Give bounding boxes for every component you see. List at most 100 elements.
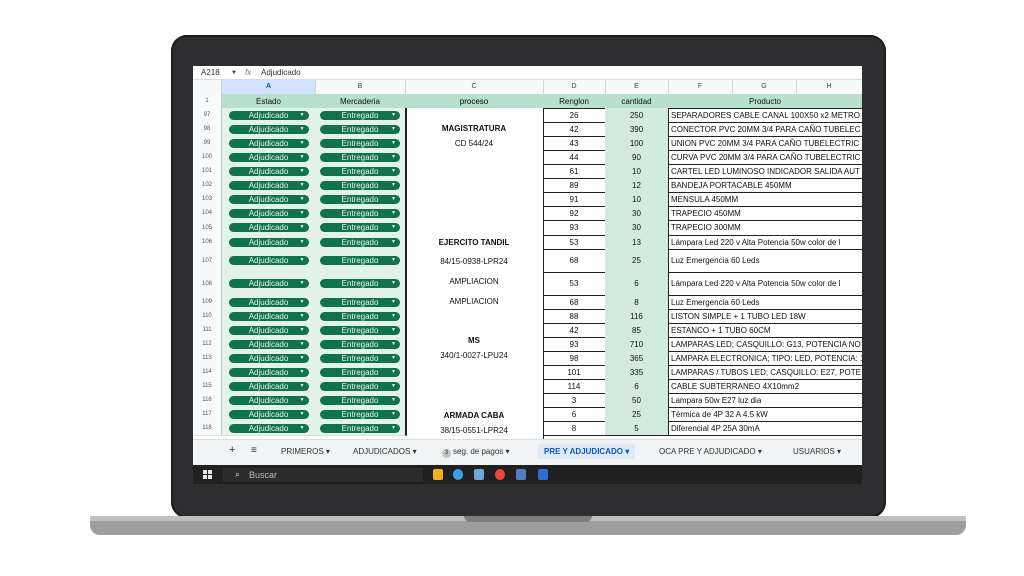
mercaderia-cell[interactable]: Entregado ▼ <box>315 206 407 221</box>
row-number[interactable]: 102 <box>193 178 222 193</box>
mercaderia-dropdown-chip[interactable]: Entregado ▼ <box>320 208 400 218</box>
estado-cell[interactable]: Adjudicado ▼ <box>222 272 316 296</box>
photos-icon[interactable] <box>538 469 548 480</box>
formula-input[interactable]: Adjudicado <box>261 68 301 77</box>
column-header-c[interactable]: C <box>405 80 544 94</box>
row-number[interactable]: 118 <box>193 421 222 436</box>
mercaderia-dropdown-chip[interactable]: Entregado ▼ <box>320 166 400 176</box>
estado-dropdown-chip[interactable]: Adjudicado ▼ <box>228 409 309 419</box>
producto-cell[interactable]: SEPARADORES CABLE CANAL 100X50 x2 METRO <box>668 108 862 123</box>
producto-cell[interactable]: TRAPECIO 300MM <box>668 220 862 236</box>
cantidad-cell[interactable]: 25 <box>605 407 669 422</box>
row-number[interactable]: 108 <box>193 272 222 296</box>
renglon-cell[interactable]: 8 <box>543 421 606 436</box>
estado-cell[interactable]: Adjudicado ▼ <box>222 351 316 366</box>
mercaderia-cell[interactable]: Entregado ▼ <box>315 351 407 366</box>
file-explorer-icon[interactable] <box>433 469 443 480</box>
producto-cell[interactable]: LISTON SIMPLE + 1 TUBO LED 18W <box>668 309 862 324</box>
renglon-cell[interactable]: 42 <box>543 122 606 137</box>
estado-dropdown-chip[interactable]: Adjudicado ▼ <box>228 395 309 405</box>
producto-cell[interactable]: Luz Emergencia 60 Leds <box>668 249 862 273</box>
cantidad-cell[interactable]: 250 <box>605 108 669 123</box>
renglon-cell[interactable]: 44 <box>543 150 606 165</box>
renglon-cell[interactable]: 89 <box>543 178 606 193</box>
cantidad-cell[interactable]: 10 <box>605 192 669 207</box>
cantidad-cell[interactable]: 5 <box>605 421 669 436</box>
producto-cell[interactable]: Lampara 50w E27 luz dia <box>668 393 862 408</box>
mercaderia-dropdown-chip[interactable]: Entregado ▼ <box>320 180 400 190</box>
tab-primeros[interactable]: PRIMEROS ▾ <box>281 447 330 456</box>
app-icon[interactable] <box>474 469 484 480</box>
renglon-cell[interactable]: 53 <box>543 272 606 296</box>
producto-cell[interactable]: BANDEJA PORTACABLE 450MM <box>668 178 862 193</box>
column-header-d[interactable]: D <box>543 80 606 94</box>
row-number[interactable]: 114 <box>193 365 222 380</box>
estado-dropdown-chip[interactable]: Adjudicado ▼ <box>228 423 309 433</box>
renglon-cell[interactable]: 88 <box>543 309 606 324</box>
row-number[interactable]: 107 <box>193 249 222 273</box>
mercaderia-cell[interactable]: Entregado ▼ <box>315 192 407 207</box>
select-all-corner[interactable] <box>193 80 222 94</box>
cantidad-cell[interactable]: 10 <box>605 164 669 179</box>
producto-cell[interactable]: CARTEL LED LUMINOSO INDICADOR SALIDA AUT <box>668 164 862 179</box>
producto-cell[interactable]: LAMPARAS / TUBOS LED; CASQUILLO: E27, PO… <box>668 365 862 380</box>
row-number[interactable]: 98 <box>193 122 222 137</box>
mercaderia-cell[interactable]: Entregado ▼ <box>315 365 407 380</box>
estado-dropdown-chip[interactable]: Adjudicado ▼ <box>228 256 309 265</box>
renglon-cell[interactable]: 114 <box>543 379 606 394</box>
row-number[interactable]: 103 <box>193 192 222 207</box>
renglon-cell[interactable]: 6 <box>543 407 606 422</box>
tab-seg-de-pagos[interactable]: 3 seg. de pagos ▾ <box>442 447 510 458</box>
estado-dropdown-chip[interactable]: Adjudicado ▼ <box>228 152 309 162</box>
renglon-cell[interactable]: 101 <box>543 365 606 380</box>
estado-dropdown-chip[interactable]: Adjudicado ▼ <box>228 223 309 232</box>
mercaderia-dropdown-chip[interactable]: Entregado ▼ <box>320 311 400 321</box>
mercaderia-dropdown-chip[interactable]: Entregado ▼ <box>320 325 400 335</box>
name-box[interactable]: A218 <box>193 68 231 77</box>
mercaderia-cell[interactable]: Entregado ▼ <box>315 393 407 408</box>
cantidad-cell[interactable]: 12 <box>605 178 669 193</box>
estado-dropdown-chip[interactable]: Adjudicado ▼ <box>228 279 309 288</box>
cantidad-cell[interactable]: 25 <box>605 249 669 273</box>
mercaderia-dropdown-chip[interactable]: Entregado ▼ <box>320 237 400 247</box>
row-number[interactable]: 112 <box>193 337 222 352</box>
header-mercaderia[interactable]: Mercaderia <box>315 94 407 109</box>
estado-dropdown-chip[interactable]: Adjudicado ▼ <box>228 325 309 335</box>
cantidad-cell[interactable]: 90 <box>605 150 669 165</box>
estado-cell[interactable]: Adjudicado ▼ <box>222 150 316 165</box>
estado-cell[interactable]: Adjudicado ▼ <box>222 309 316 324</box>
estado-dropdown-chip[interactable]: Adjudicado ▼ <box>228 208 309 218</box>
estado-cell[interactable]: Adjudicado ▼ <box>222 206 316 221</box>
mercaderia-cell[interactable]: Entregado ▼ <box>315 220 407 236</box>
estado-cell[interactable]: Adjudicado ▼ <box>222 220 316 236</box>
mercaderia-dropdown-chip[interactable]: Entregado ▼ <box>320 297 400 307</box>
row-number[interactable]: 100 <box>193 150 222 165</box>
cantidad-cell[interactable]: 710 <box>605 337 669 352</box>
cantidad-cell[interactable]: 30 <box>605 220 669 236</box>
estado-dropdown-chip[interactable]: Adjudicado ▼ <box>228 180 309 190</box>
renglon-cell[interactable]: 91 <box>543 192 606 207</box>
estado-dropdown-chip[interactable]: Adjudicado ▼ <box>228 237 309 247</box>
header-producto[interactable]: Producto <box>668 94 862 109</box>
mercaderia-dropdown-chip[interactable]: Entregado ▼ <box>320 194 400 204</box>
producto-cell[interactable]: Lámpara Led 220 v Alta Potencia 50w colo… <box>668 235 862 250</box>
column-header-g[interactable]: G <box>732 80 797 94</box>
estado-dropdown-chip[interactable]: Adjudicado ▼ <box>228 381 309 391</box>
estado-dropdown-chip[interactable]: Adjudicado ▼ <box>228 353 309 363</box>
cantidad-cell[interactable]: 85 <box>605 323 669 338</box>
mercaderia-cell[interactable]: Entregado ▼ <box>315 178 407 193</box>
row-number[interactable]: 113 <box>193 351 222 366</box>
column-header-h[interactable]: H <box>796 80 862 94</box>
producto-cell[interactable]: LAMPARAS LED; CASQUILLO: G13, POTENCIA N… <box>668 337 862 352</box>
mercaderia-cell[interactable]: Entregado ▼ <box>315 249 407 273</box>
estado-dropdown-chip[interactable]: Adjudicado ▼ <box>228 194 309 204</box>
mercaderia-dropdown-chip[interactable]: Entregado ▼ <box>320 381 400 391</box>
cantidad-cell[interactable]: 8 <box>605 295 669 310</box>
chrome-icon[interactable] <box>495 469 505 480</box>
mercaderia-cell[interactable]: Entregado ▼ <box>315 164 407 179</box>
estado-cell[interactable]: Adjudicado ▼ <box>222 337 316 352</box>
renglon-cell[interactable]: 42 <box>543 323 606 338</box>
estado-cell[interactable]: Adjudicado ▼ <box>222 393 316 408</box>
mercaderia-dropdown-chip[interactable]: Entregado ▼ <box>320 409 400 419</box>
estado-dropdown-chip[interactable]: Adjudicado ▼ <box>228 311 309 321</box>
